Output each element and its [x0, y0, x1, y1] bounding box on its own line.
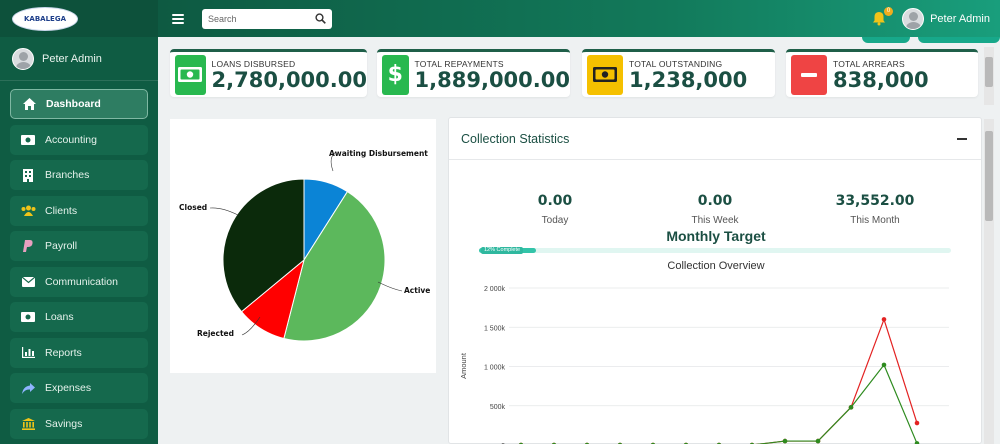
card-label: LOANS DISBURSED: [211, 58, 296, 69]
avatar[interactable]: [902, 7, 925, 30]
loan-status-pie-panel: Awaiting Disbursement Active Rejected Cl…: [170, 119, 436, 373]
sidebar-user-panel[interactable]: Peter Admin: [0, 37, 158, 81]
pie-label-rejected: Rejected: [197, 329, 235, 338]
search-icon[interactable]: [315, 12, 326, 25]
card-label: TOTAL REPAYMENTS: [414, 58, 504, 69]
sidebar-item-label: Loans: [45, 311, 74, 323]
sidebar-item-label: Clients: [45, 204, 78, 217]
sidebar-item-label: Reports: [45, 346, 82, 359]
sidebar-item-savings[interactable]: Savings: [10, 408, 148, 439]
loans-disbursed-card[interactable]: LOANS DISBURSED 2,780,000.00: [170, 49, 367, 97]
collection-statistics-panel: Collection Statistics 0.00 Today 0.00 Th…: [448, 117, 982, 444]
pie-label-closed: Closed: [179, 203, 208, 212]
y-tick-label: 500k: [490, 404, 506, 411]
envelope-icon: [20, 275, 36, 289]
bank-icon: [20, 417, 36, 431]
sidebar-item-payroll[interactable]: Payroll: [10, 231, 148, 261]
top-navbar: 0 Peter Admin: [158, 0, 1000, 37]
menu-toggle-icon[interactable]: [172, 13, 184, 24]
y-axis-label: Amount: [459, 352, 468, 379]
data-point: [914, 420, 920, 426]
header-tab-edge: [862, 37, 910, 43]
sidebar-item-label: Communication: [45, 275, 118, 288]
cards-scrollbar[interactable]: [984, 47, 994, 105]
header-tab-edge: [918, 37, 1000, 43]
avatar: [12, 47, 34, 70]
main-content: LOANS DISBURSED 2,780,000.00 $ TOTAL REP…: [158, 37, 1000, 444]
sidebar-nav: Dashboard Accounting Branches Clients Pa…: [0, 81, 158, 439]
money-icon: [20, 133, 36, 147]
app-logo[interactable]: KABALEGA: [12, 6, 78, 31]
sidebar-item-label: Payroll: [45, 240, 78, 252]
card-value: 2,780,000.00: [211, 67, 367, 92]
sidebar-item-branches[interactable]: Branches: [10, 160, 148, 190]
data-point: [815, 438, 821, 444]
paypal-icon: [20, 239, 36, 253]
total-outstanding-card[interactable]: TOTAL OUTSTANDING 1,238,000: [582, 49, 775, 97]
page-scrollbar[interactable]: [984, 119, 994, 444]
topbar-right: 0 Peter Admin: [872, 0, 990, 37]
money-icon: [20, 310, 36, 324]
notification-bell-icon[interactable]: 0: [872, 6, 894, 27]
money-icon: [587, 54, 623, 95]
sidebar-item-accounting[interactable]: Accounting: [10, 124, 148, 155]
sidebar-item-communication[interactable]: Communication: [10, 266, 148, 297]
dollar-icon: $: [382, 54, 409, 95]
sidebar-user-name: Peter Admin: [42, 52, 102, 65]
sidebar-item-label: Accounting: [45, 133, 97, 146]
sidebar: KABALEGA Peter Admin Dashboard Accountin…: [0, 0, 158, 444]
data-point: [782, 438, 788, 444]
data-point: [881, 362, 887, 368]
sidebar-item-label: Expenses: [45, 382, 92, 394]
sidebar-item-dashboard[interactable]: Dashboard: [10, 89, 148, 119]
building-icon: [20, 168, 36, 182]
card-label: TOTAL ARREARS: [833, 58, 905, 69]
money-icon: [175, 54, 206, 95]
sidebar-item-reports[interactable]: Reports: [10, 337, 148, 368]
share-arrow-icon: [20, 381, 36, 395]
sidebar-item-label: Savings: [45, 417, 83, 430]
home-icon: [21, 97, 37, 111]
topbar-user-name[interactable]: Peter Admin: [930, 13, 990, 25]
card-value: 1,889,000.00: [414, 67, 570, 92]
sidebar-item-clients[interactable]: Clients: [10, 195, 148, 226]
notification-badge: 0: [884, 6, 894, 16]
sidebar-item-label: Branches: [45, 169, 90, 181]
card-label: TOTAL OUTSTANDING: [629, 58, 723, 69]
y-tick-label: 2 000k: [484, 286, 506, 293]
total-repayments-card[interactable]: $ TOTAL REPAYMENTS 1,889,000.00: [377, 49, 570, 97]
total-arrears-card[interactable]: TOTAL ARREARS 838,000: [786, 49, 978, 97]
y-tick-label: 1 500k: [484, 325, 506, 332]
card-value: 1,238,000: [629, 67, 748, 92]
sidebar-item-loans[interactable]: Loans: [10, 302, 148, 332]
users-icon: [20, 204, 36, 218]
bar-chart-icon: [20, 346, 36, 360]
pie-leader-line: [209, 207, 239, 216]
search-input[interactable]: [208, 13, 315, 24]
minus-icon: [791, 54, 827, 95]
series-line-0: [755, 317, 918, 444]
y-tick-label: 1 000k: [484, 365, 506, 372]
card-value: 838,000: [833, 67, 929, 92]
sidebar-item-label: Dashboard: [46, 98, 101, 110]
series-line-1: [755, 363, 918, 444]
logo-bar: KABALEGA: [0, 0, 158, 37]
data-point: [848, 405, 854, 410]
pie-label-awaiting: Awaiting Disbursement: [329, 149, 428, 158]
logo-text: KABALEGA: [24, 14, 66, 23]
pie-label-active: Active: [404, 286, 431, 295]
sidebar-item-expenses[interactable]: Expenses: [10, 373, 148, 403]
collection-overview-chart: 2 000k1 500k1 000k500k0Amount: [459, 286, 949, 444]
search-box: [202, 8, 332, 29]
data-point: [881, 317, 887, 322]
